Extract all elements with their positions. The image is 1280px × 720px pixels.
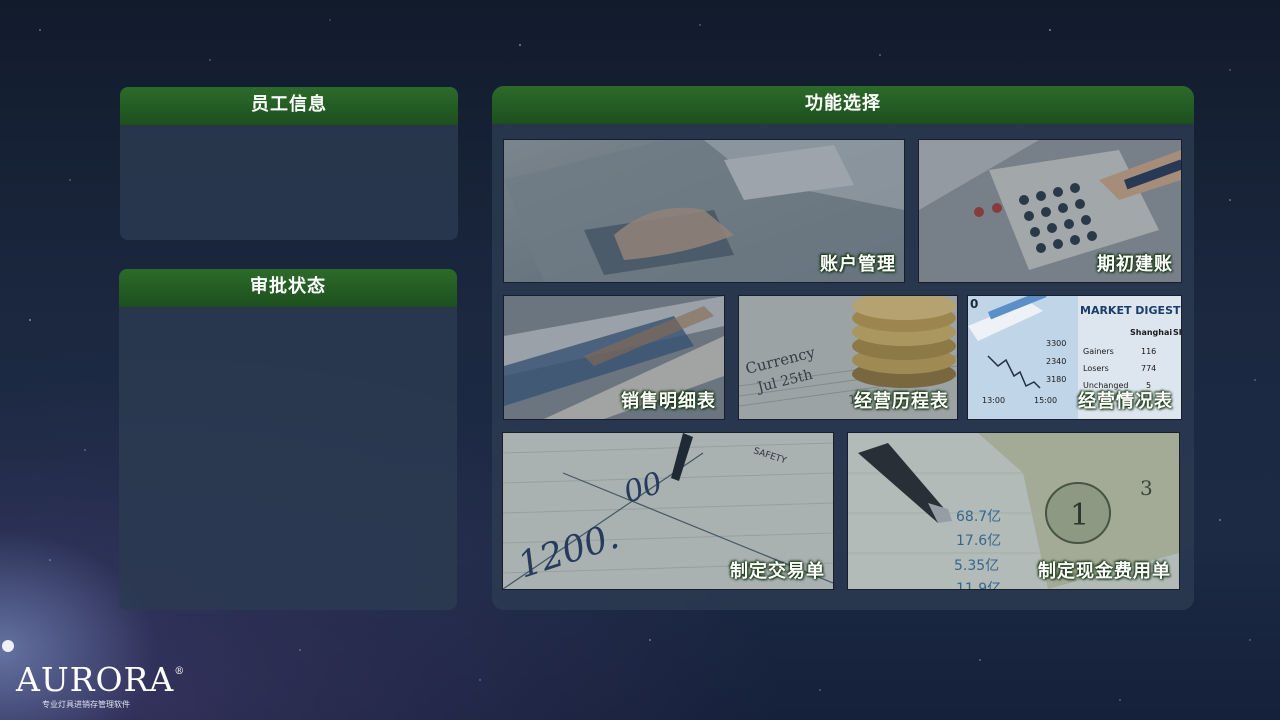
tile-label: 制定现金费用单 xyxy=(1038,561,1171,582)
digest-tick: 3300 xyxy=(1046,339,1066,348)
aurora-logo: AURORA® xyxy=(16,660,185,699)
digest-row-label: Losers xyxy=(1083,364,1109,373)
digest-zero: 0 xyxy=(970,297,978,311)
tile-label: 期初建账 xyxy=(1097,254,1173,275)
approval-status-title: 审批状态 xyxy=(119,269,457,307)
brand-name: AURORA xyxy=(16,660,175,699)
registered-mark: ® xyxy=(174,666,186,677)
tile-label: 制定交易单 xyxy=(730,561,825,582)
tile-label: 账户管理 xyxy=(820,254,896,275)
tile-business-status[interactable]: 0 MARKET DIGEST Shanghai Sh Gainers 116 … xyxy=(967,295,1182,420)
tile-business-history[interactable]: Currency Jul 25th 120 经营历程表 xyxy=(738,295,958,420)
employee-info-panel: 员工信息 xyxy=(120,87,458,240)
digest-tick: 3180 xyxy=(1046,375,1066,384)
digest-time: 13:00 xyxy=(982,396,1005,405)
digest-column: Shanghai xyxy=(1130,328,1172,337)
brand-tagline: 专业灯具进销存管理软件 xyxy=(42,700,130,709)
employee-info-title: 员工信息 xyxy=(120,87,458,125)
tile-cash-expense[interactable]: 68.7亿 17.6亿 5.35亿 11.9亿 1 3 制定现金费用单 xyxy=(847,432,1180,590)
tile-label: 销售明细表 xyxy=(621,391,716,412)
function-select-title: 功能选择 xyxy=(492,86,1194,124)
digest-tick: 2340 xyxy=(1046,357,1066,366)
digest-column-2: Sh xyxy=(1173,328,1181,337)
tile-create-transaction[interactable]: 1200. 00 SAFETY 制定交易单 xyxy=(502,432,834,590)
digest-row-value: 116 xyxy=(1141,347,1156,356)
approval-status-panel: 审批状态 xyxy=(119,269,457,610)
digest-time: 15:00 xyxy=(1034,396,1057,405)
digest-row-label: Gainers xyxy=(1083,347,1114,356)
tile-sales-detail[interactable]: 销售明细表 xyxy=(503,295,725,420)
tile-label: 经营情况表 xyxy=(1078,391,1173,412)
digest-title: MARKET DIGEST xyxy=(1080,304,1181,317)
tile-opening-accounts[interactable]: 期初建账 xyxy=(918,139,1182,283)
tile-account-management[interactable]: 账户管理 xyxy=(503,139,905,283)
function-select-panel: 功能选择 账户管理 期初建账 销售明细表 Currency Jul 25th 1… xyxy=(492,86,1194,610)
digest-row-value: 774 xyxy=(1141,364,1156,373)
tile-label: 经营历程表 xyxy=(854,391,949,412)
